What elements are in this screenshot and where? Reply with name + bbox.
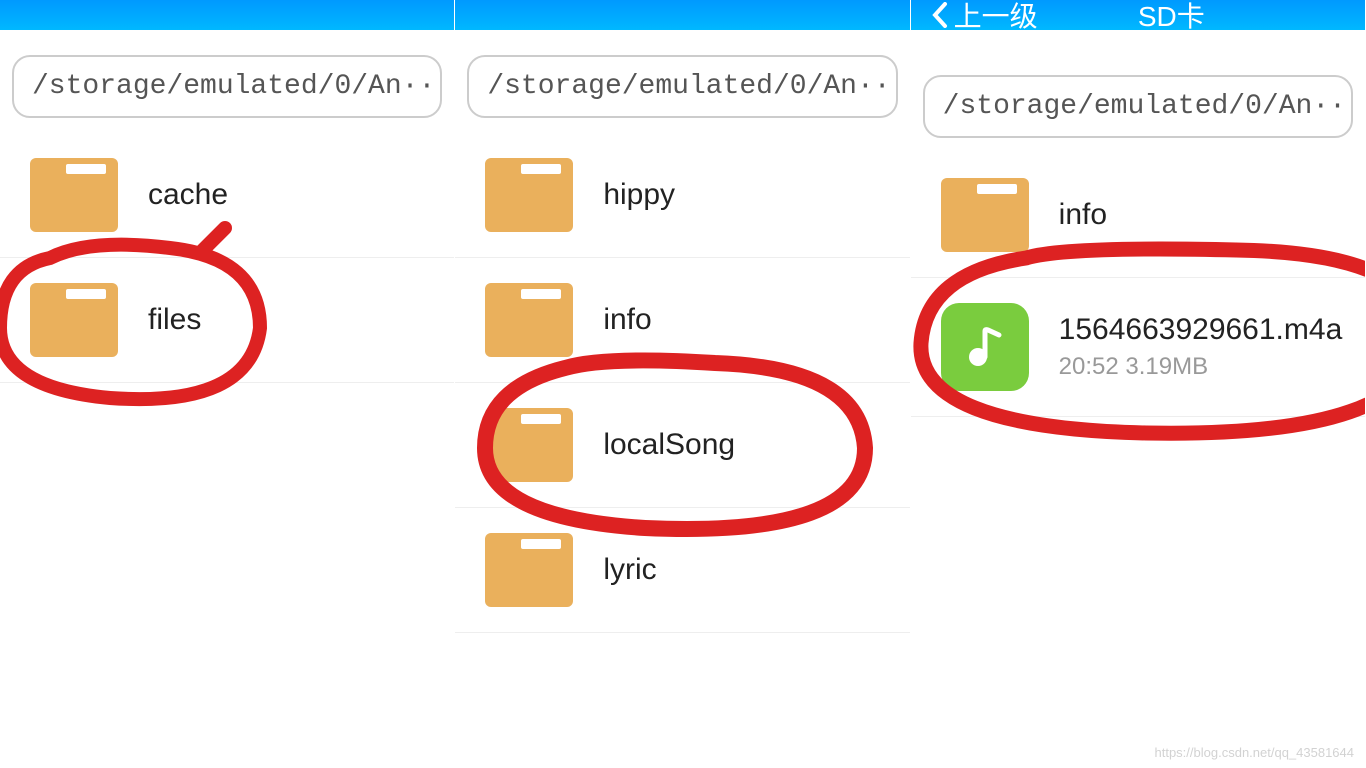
folder-icon xyxy=(941,178,1029,252)
path-input[interactable]: /storage/emulated/0/An···m.tencen xyxy=(467,55,897,118)
path-input[interactable]: /storage/emulated/0/An···karaoke/files/l… xyxy=(923,75,1353,138)
file-list: hippy info localSong lyric xyxy=(455,133,909,768)
list-item[interactable]: 1564663929661.m4a 20:52 3.19MB xyxy=(911,278,1365,417)
item-label: localSong xyxy=(603,428,735,462)
back-button[interactable]: 上一级 xyxy=(931,0,1038,35)
folder-icon xyxy=(485,283,573,357)
item-label: lyric xyxy=(603,553,656,587)
file-list: cache files xyxy=(0,133,454,768)
path-input[interactable]: /storage/emulated/0/An·· xyxy=(12,55,442,118)
watermark: https://blog.csdn.net/qq_43581644 xyxy=(1155,745,1355,760)
item-label: info xyxy=(1059,198,1107,232)
folder-icon xyxy=(485,533,573,607)
panel-header xyxy=(0,0,454,30)
list-item[interactable]: localSong xyxy=(455,383,909,508)
list-item[interactable]: files xyxy=(0,258,454,383)
list-item[interactable]: cache xyxy=(0,133,454,258)
file-panel-2: /storage/emulated/0/An···m.tencen hippy … xyxy=(455,0,910,768)
list-item[interactable]: lyric xyxy=(455,508,909,633)
back-label: 上一级 xyxy=(954,0,1038,35)
item-meta: 20:52 3.19MB xyxy=(1059,353,1343,381)
chevron-left-icon xyxy=(931,2,949,28)
folder-icon xyxy=(485,408,573,482)
list-item[interactable]: info xyxy=(911,153,1365,278)
item-label: hippy xyxy=(603,178,675,212)
list-item[interactable]: info xyxy=(455,258,909,383)
music-file-icon xyxy=(941,303,1029,391)
file-panel-3: 上一级 SD卡 /storage/emulated/0/An···karaoke… xyxy=(911,0,1366,768)
file-list: info 1564663929661.m4a 20:52 3.19MB xyxy=(911,153,1365,768)
item-label: files xyxy=(148,303,201,337)
panel-header xyxy=(455,0,909,30)
folder-icon xyxy=(30,283,118,357)
item-label: info xyxy=(603,303,651,337)
panel-header: 上一级 SD卡 xyxy=(911,0,1365,30)
list-item[interactable]: hippy xyxy=(455,133,909,258)
folder-icon xyxy=(30,158,118,232)
header-title: SD卡 xyxy=(1138,0,1205,35)
music-note-icon xyxy=(963,325,1007,369)
item-label: cache xyxy=(148,178,228,212)
folder-icon xyxy=(485,158,573,232)
item-label: 1564663929661.m4a xyxy=(1059,313,1343,347)
file-panel-1: /storage/emulated/0/An·· cache files xyxy=(0,0,455,768)
